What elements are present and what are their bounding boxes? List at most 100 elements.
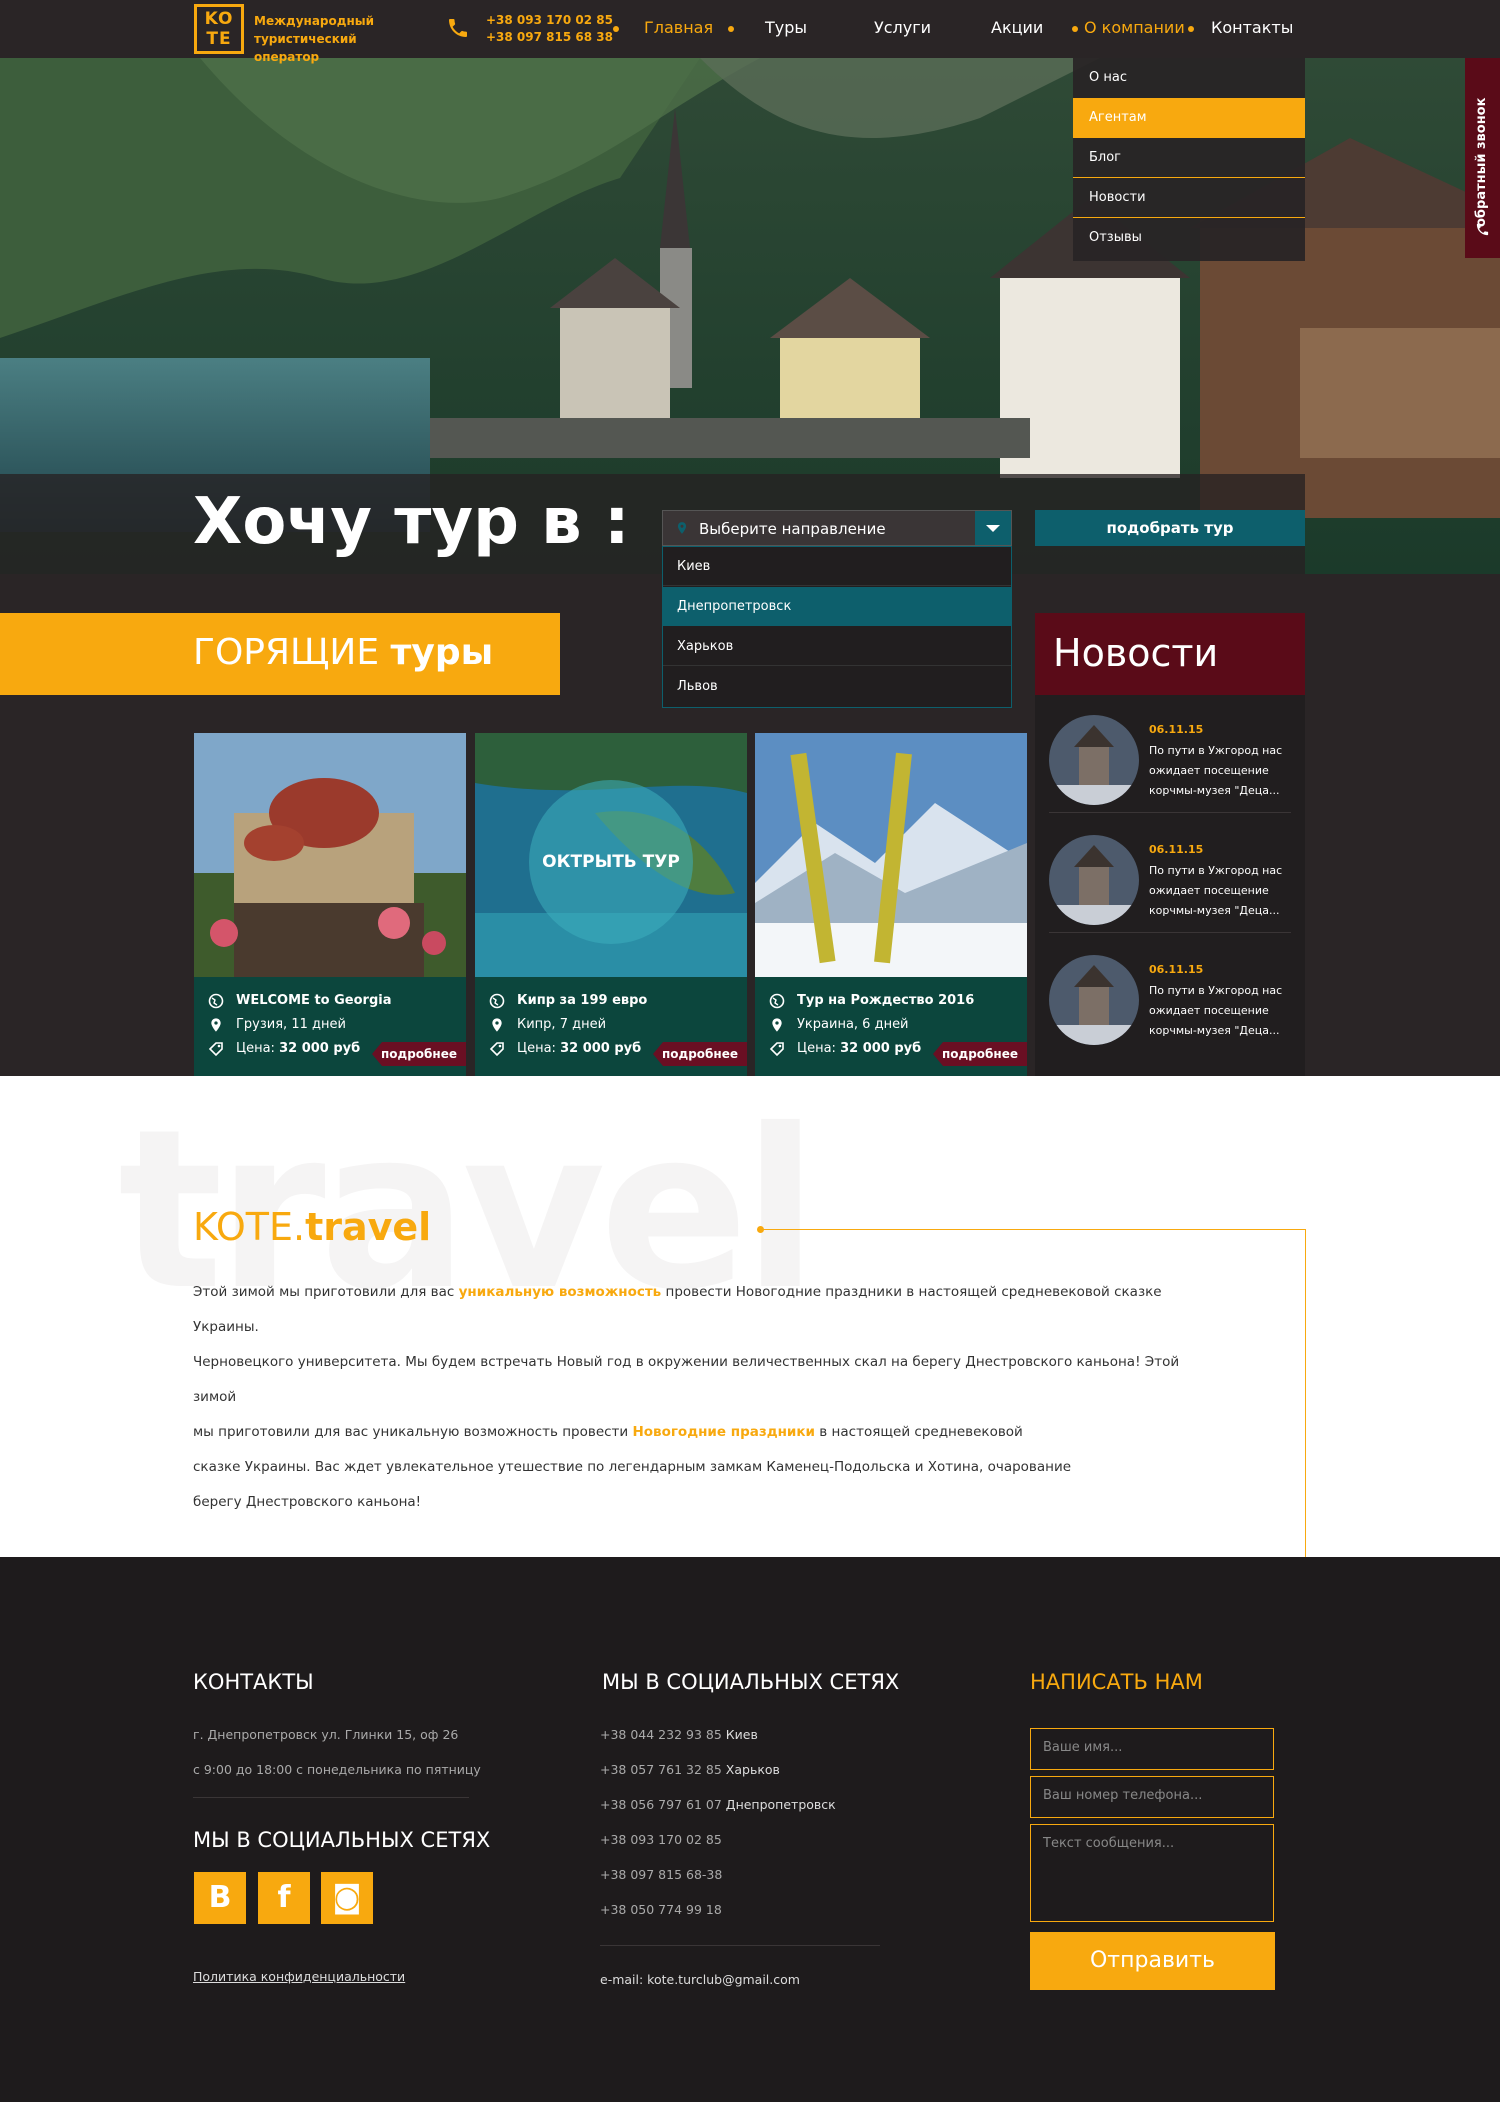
logo[interactable]: KO TE [194, 4, 244, 54]
phone-number[interactable]: +38 050 774 99 18 [600, 1902, 722, 1917]
work-hours: с 9:00 до 18:00 с понедельника по пятниц… [193, 1762, 481, 1777]
want-tour-heading: Хочу тур в : [193, 485, 630, 559]
submenu-item-agents[interactable]: Агентам [1073, 98, 1305, 138]
about-title-light: KOTE. [193, 1205, 306, 1249]
hot-title-bold: туры [390, 632, 494, 673]
email-text[interactable]: e-mail: kote.turclub@gmail.com [600, 1972, 800, 1987]
globe-icon [769, 993, 785, 1009]
submenu-item-blog[interactable]: Блог [1073, 138, 1305, 178]
phone-number[interactable]: +38 044 232 93 85 [600, 1727, 722, 1742]
news-date: 06.11.15 [1149, 723, 1204, 736]
chevron-down-icon[interactable] [975, 511, 1011, 545]
about-line: сказке Украины. Вас ждет увлекательное у… [193, 1459, 1072, 1475]
news-item[interactable]: 06.11.15 По пути в Ужгород нас ожидает п… [1049, 935, 1291, 1053]
phone-row: +38 050 774 99 18 [600, 1892, 722, 1927]
nav-about[interactable]: О компании [1084, 18, 1185, 38]
logo-line-1: Международный [254, 14, 374, 28]
about-title: KOTE.travel [193, 1203, 431, 1251]
tour-place: Кипр, 7 дней [517, 1017, 607, 1032]
instagram-icon[interactable]: ◙ [321, 1872, 373, 1924]
nav-tours[interactable]: Туры [765, 18, 807, 38]
open-tour-overlay[interactable]: ОКТРЫТЬ ТУР [529, 780, 693, 944]
divider [760, 1229, 1306, 1230]
phone-number[interactable]: +38 093 170 02 85 [600, 1832, 722, 1847]
about-line: мы приготовили для вас уникальную возмож… [193, 1415, 1213, 1450]
nav-dot [1072, 26, 1078, 32]
news-list: 06.11.15 По пути в Ужгород нас ожидает п… [1035, 695, 1305, 1076]
about-line: Этой зимой мы приготовили для вас уникал… [193, 1275, 1213, 1345]
nav-dot [728, 26, 734, 32]
phone-number[interactable]: +38 097 815 68-38 [600, 1867, 722, 1882]
dropdown-option[interactable]: Днепропетровск [663, 587, 1011, 626]
news-text: По пути в Ужгород нас ожидает посещение … [1149, 864, 1283, 917]
tour-price: Цена: 32 000 руб [517, 1040, 641, 1058]
facebook-icon[interactable]: f [258, 1872, 310, 1924]
nav-contacts[interactable]: Контакты [1211, 18, 1293, 38]
more-button[interactable]: подробнее [653, 1042, 747, 1066]
submenu-item-news[interactable]: Новости [1073, 178, 1305, 218]
price-value: 32 000 руб [560, 1041, 642, 1056]
phone-number[interactable]: +38 056 797 61 07 [600, 1797, 722, 1812]
price-tag-icon [208, 1042, 223, 1057]
nav-promotions[interactable]: Акции [991, 18, 1043, 38]
header-phones: +38 093 170 02 85 +38 097 815 68 38 [486, 12, 613, 46]
tour-card[interactable]: WELCOME to Georgia Грузия, 11 дней Цена:… [194, 733, 466, 1076]
price-tag-icon [489, 1042, 504, 1057]
site-header: KO TE Международный туристический операт… [0, 0, 1500, 64]
globe-icon [208, 993, 224, 1009]
phone-city: Днепропетровск [725, 1797, 836, 1812]
phone-input[interactable]: Ваш номер телефона... [1030, 1776, 1274, 1818]
pick-tour-button[interactable]: подобрать тур [1035, 510, 1305, 546]
dropdown-option[interactable]: Харьков [663, 627, 1011, 666]
dropdown-option[interactable]: Киев [663, 547, 1011, 586]
tour-place: Украина, 6 дней [797, 1017, 909, 1032]
nav-services[interactable]: Услуги [874, 18, 931, 38]
phone-number[interactable]: +38 097 815 68 38 [486, 29, 613, 46]
nav-dot [613, 26, 619, 32]
tour-name: Тур на Рождество 2016 [797, 993, 975, 1008]
message-input[interactable]: Текст сообщения... [1030, 1824, 1274, 1922]
hot-title-light: ГОРЯЩИЕ [193, 632, 380, 673]
address: г. Днепропетровск ул. Глинки 15, оф 26 [193, 1727, 459, 1742]
location-pin-icon [211, 1018, 221, 1032]
news-item[interactable]: 06.11.15 По пути в Ужгород нас ожидает п… [1049, 695, 1291, 813]
vk-icon[interactable]: В [194, 1872, 246, 1924]
news-item[interactable]: 06.11.15 По пути в Ужгород нас ожидает п… [1049, 815, 1291, 933]
news-text: По пути в Ужгород нас ожидает посещение … [1149, 744, 1283, 797]
tour-card[interactable]: Тур на Рождество 2016 Украина, 6 дней Це… [755, 733, 1027, 1076]
phone-city: Харьков [725, 1762, 780, 1777]
destination-select[interactable]: Выберите направление [662, 510, 1012, 546]
dropdown-option[interactable]: Львов [663, 667, 1011, 706]
tour-price: Цена: 32 000 руб [236, 1040, 360, 1058]
tour-card[interactable]: ОКТРЫТЬ ТУР Кипр за 199 евро Кипр, 7 дне… [475, 733, 747, 1076]
privacy-policy-link[interactable]: Политика конфиденциальности [193, 1967, 405, 1987]
tour-price: Цена: 32 000 руб [797, 1040, 921, 1058]
submenu-item-about[interactable]: О нас [1073, 58, 1305, 98]
submenu-item-reviews[interactable]: Отзывы [1073, 218, 1305, 258]
price-value: 32 000 руб [279, 1041, 361, 1056]
news-image [1049, 715, 1139, 805]
phone-icon [449, 19, 467, 37]
price-label: Цена: [517, 1041, 556, 1056]
nav-dot [1188, 26, 1194, 32]
about-highlight: уникальную возможность [458, 1284, 662, 1300]
callback-label: обратный звонок [1474, 97, 1489, 227]
tour-image [755, 733, 1027, 977]
more-button[interactable]: подробнее [372, 1042, 466, 1066]
phone-number[interactable]: +38 057 761 32 85 [600, 1762, 722, 1777]
send-button[interactable]: Отправить [1030, 1932, 1275, 1990]
name-input[interactable]: Ваше имя... [1030, 1728, 1274, 1770]
price-tag-icon [769, 1042, 784, 1057]
about-line: Черновецкого университета. Мы будем встр… [193, 1354, 1180, 1405]
write-us-title: НАПИСАТЬ НАМ [1030, 1670, 1203, 1694]
more-button[interactable]: подробнее [933, 1042, 1027, 1066]
about-span: в настоящей средневековой [815, 1424, 1023, 1440]
nav-home[interactable]: Главная [644, 18, 713, 38]
tour-image [194, 733, 466, 977]
phone-row: +38 057 761 32 85 Харьков [600, 1752, 780, 1787]
callback-button[interactable]: обратный звонок [1465, 58, 1500, 258]
phone-number[interactable]: +38 093 170 02 85 [486, 12, 613, 29]
destination-dropdown: Киев Днепропетровск Харьков Львов [662, 546, 1012, 708]
about-span: мы приготовили для вас уникальную возмож… [193, 1424, 633, 1440]
location-pin-icon [772, 1018, 782, 1032]
